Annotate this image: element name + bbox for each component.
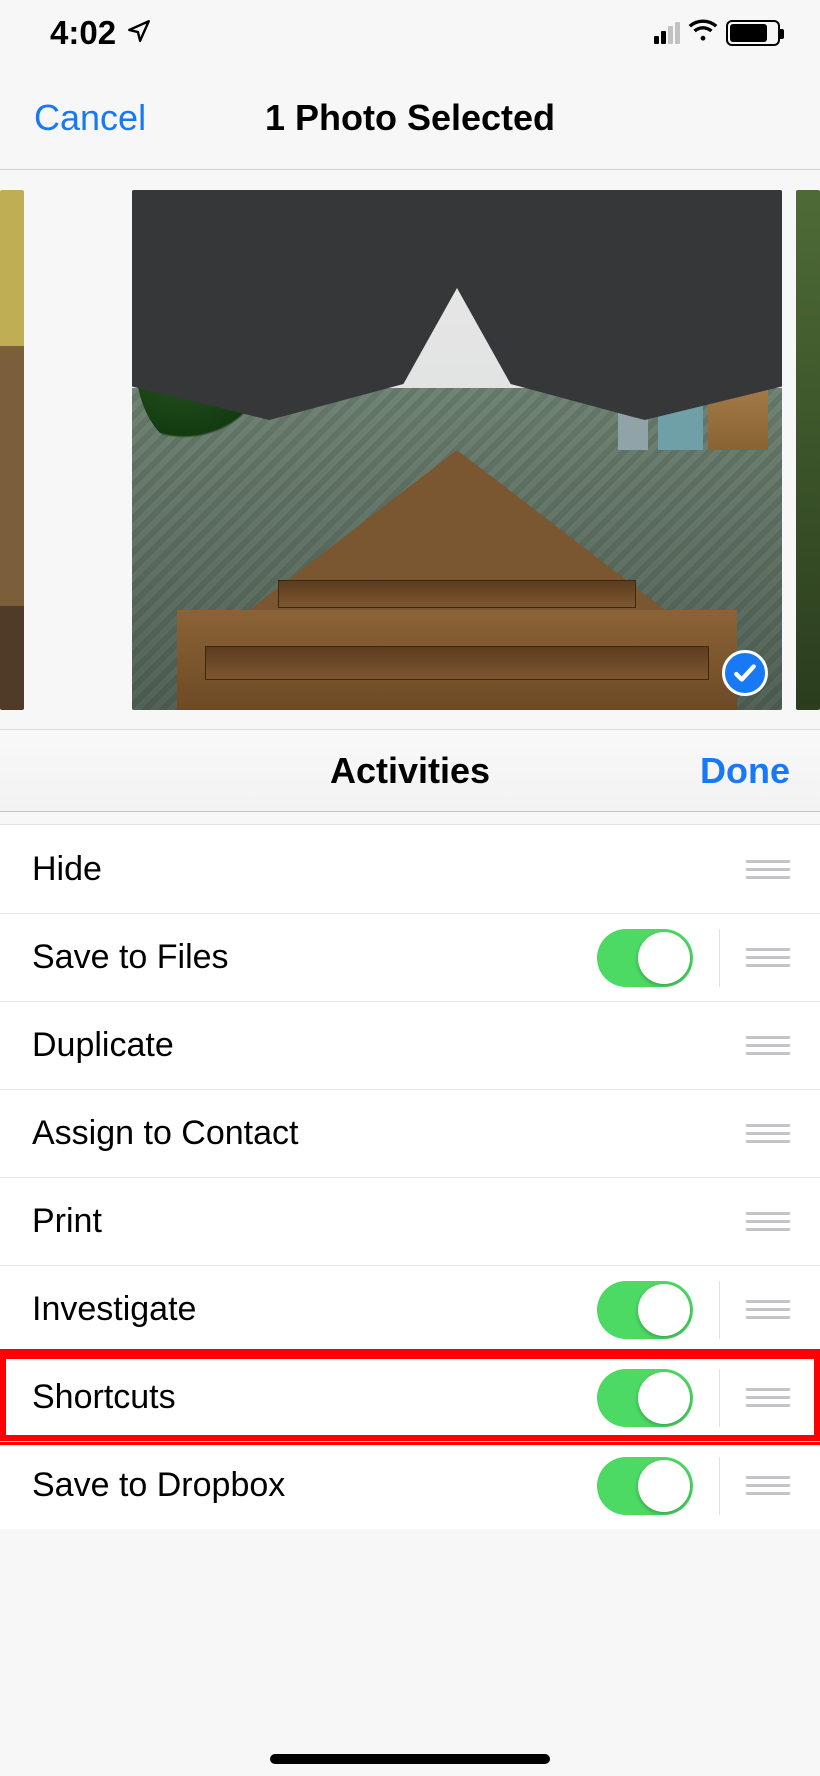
- activity-row-duplicate: Duplicate: [0, 1001, 820, 1089]
- activity-toggle[interactable]: [597, 1457, 693, 1515]
- activity-toggle[interactable]: [597, 1369, 693, 1427]
- activity-row-print: Print: [0, 1177, 820, 1265]
- reorder-handle-icon[interactable]: [746, 948, 790, 967]
- activity-row-save-to-dropbox: Save to Dropbox: [0, 1441, 820, 1529]
- activity-label: Assign to Contact: [32, 1114, 746, 1153]
- activity-label: Save to Dropbox: [32, 1466, 597, 1505]
- reorder-handle-icon[interactable]: [746, 1300, 790, 1319]
- activity-row-hide: Hide: [0, 825, 820, 913]
- activity-label: Shortcuts: [32, 1378, 597, 1417]
- activity-label: Investigate: [32, 1290, 597, 1329]
- activity-row-save-to-files: Save to Files: [0, 913, 820, 1001]
- wifi-icon: [688, 19, 718, 48]
- activity-toggle[interactable]: [597, 1281, 693, 1339]
- status-left: 4:02: [50, 14, 152, 52]
- photo-thumbnail-next[interactable]: [796, 190, 820, 710]
- activity-row-assign-to-contact: Assign to Contact: [0, 1089, 820, 1177]
- photo-carousel[interactable]: [0, 170, 820, 730]
- status-right: [654, 19, 780, 48]
- reorder-handle-icon[interactable]: [746, 860, 790, 879]
- status-time: 4:02: [50, 14, 116, 52]
- home-indicator[interactable]: [270, 1754, 550, 1764]
- activity-toggle[interactable]: [597, 929, 693, 987]
- activities-title: Activities: [330, 750, 490, 792]
- activities-list: Hide Save to Files Duplicate Assign to C…: [0, 824, 820, 1529]
- page-title: 1 Photo Selected: [265, 97, 555, 139]
- activity-row-investigate: Investigate: [0, 1265, 820, 1353]
- nav-bar: Cancel 1 Photo Selected: [0, 66, 820, 170]
- reorder-handle-icon[interactable]: [746, 1476, 790, 1495]
- activity-label: Duplicate: [32, 1026, 746, 1065]
- cellular-signal-icon: [654, 22, 680, 44]
- done-button[interactable]: Done: [700, 750, 790, 792]
- cancel-button[interactable]: Cancel: [34, 97, 146, 139]
- selected-check-icon: [722, 650, 768, 696]
- activity-label: Hide: [32, 850, 746, 889]
- reorder-handle-icon[interactable]: [746, 1212, 790, 1231]
- activity-label: Print: [32, 1202, 746, 1241]
- battery-icon: [726, 20, 780, 46]
- location-icon: [126, 14, 152, 52]
- reorder-handle-icon[interactable]: [746, 1388, 790, 1407]
- reorder-handle-icon[interactable]: [746, 1036, 790, 1055]
- activities-header: Activities Done: [0, 730, 820, 812]
- photo-thumbnail-prev[interactable]: [0, 190, 24, 710]
- status-bar: 4:02: [0, 0, 820, 66]
- photo-thumbnail-selected[interactable]: [132, 190, 782, 710]
- activity-row-shortcuts: Shortcuts: [0, 1353, 820, 1441]
- reorder-handle-icon[interactable]: [746, 1124, 790, 1143]
- activity-label: Save to Files: [32, 938, 597, 977]
